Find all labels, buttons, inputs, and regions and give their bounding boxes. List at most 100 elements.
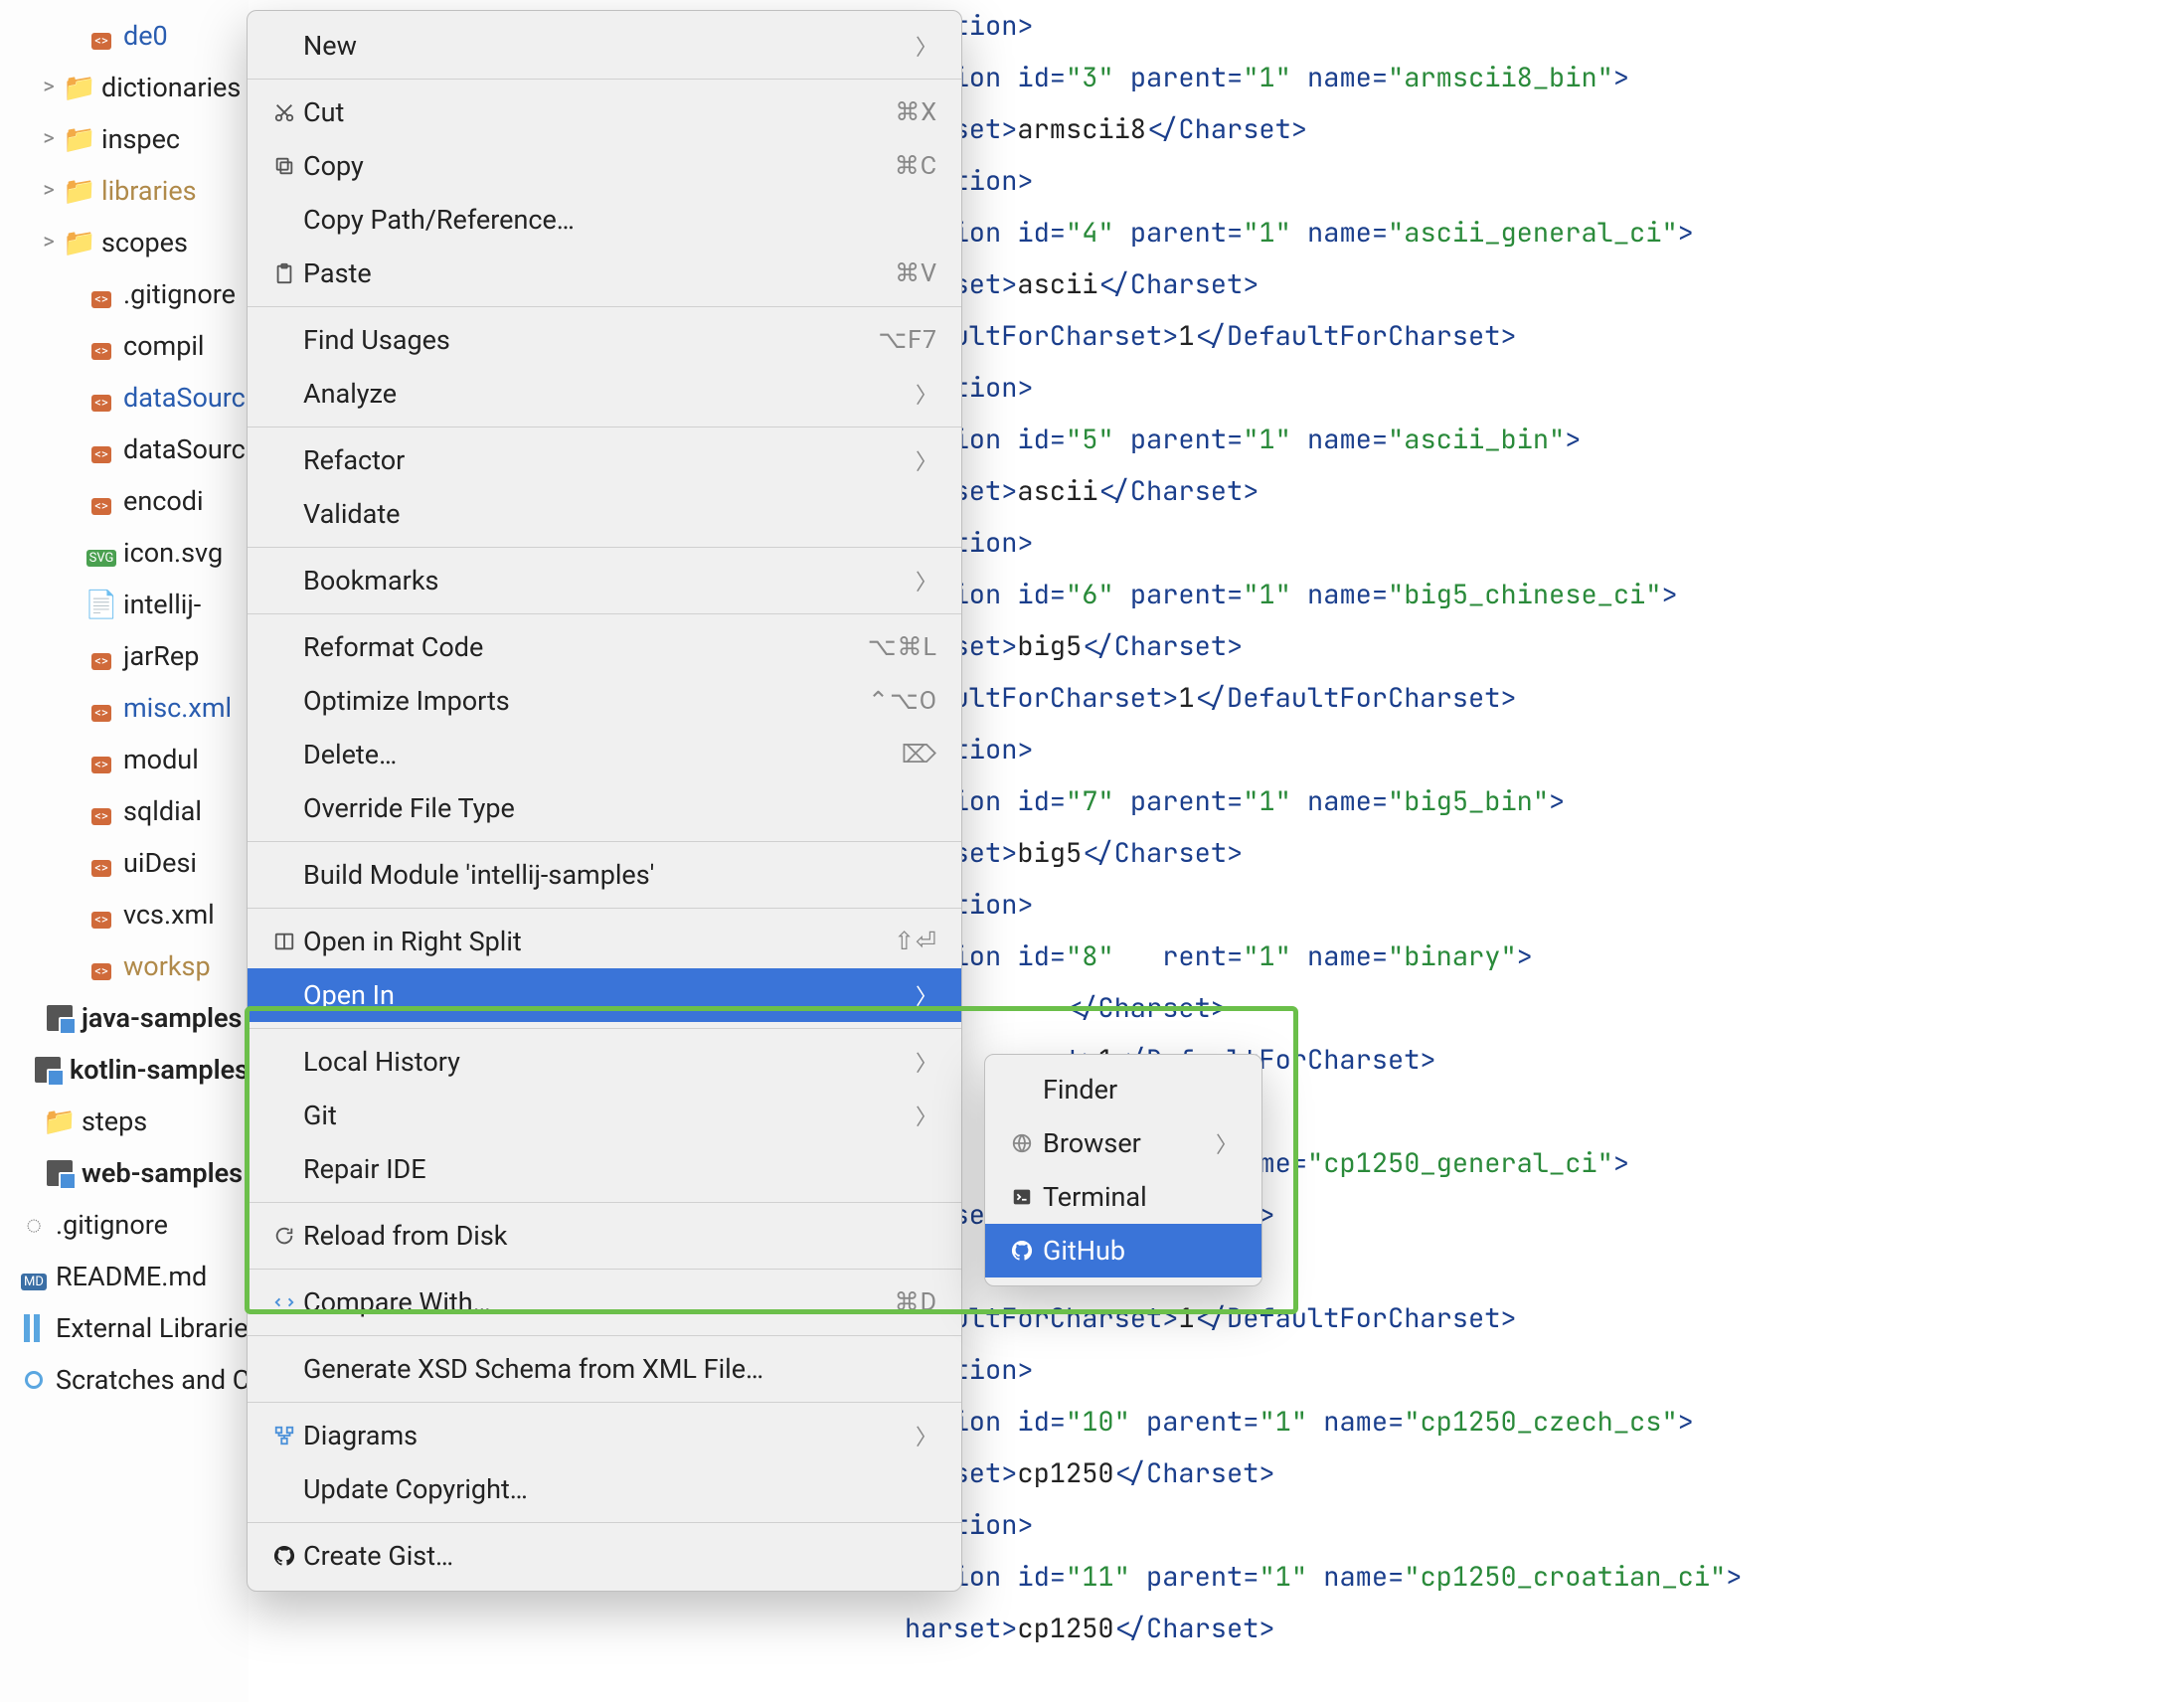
ctx-item-find-usages[interactable]: Find Usages⌥F7 — [248, 313, 961, 367]
tree-item[interactable]: 📁steps — [0, 1096, 249, 1147]
tree-item[interactable]: java-samples — [0, 992, 249, 1044]
ctx-item-label: Repair IDE — [303, 1153, 937, 1185]
menu-separator — [248, 79, 961, 80]
ctx-item-create-gist[interactable]: Create Gist… — [248, 1529, 961, 1583]
tree-item[interactable]: <>vcs.xml — [0, 889, 249, 940]
tree-item[interactable]: <>misc.xml — [0, 682, 249, 734]
file-icon: 📁 — [66, 113, 93, 165]
project-tree[interactable]: <>de0>📁dictionaries>📁inspec>📁libraries>📁… — [0, 0, 249, 1702]
ctx-item-refactor[interactable]: Refactor〉 — [248, 433, 961, 487]
ctx-item-new[interactable]: New〉 — [248, 19, 961, 73]
submenu-item-terminal[interactable]: Terminal — [985, 1170, 1261, 1224]
expand-icon[interactable]: > — [40, 113, 58, 165]
open-in-submenu: FinderBrowser〉TerminalGitHub — [984, 1054, 1262, 1286]
ctx-item-label: Open In — [303, 979, 916, 1011]
split-icon — [265, 931, 303, 952]
expand-icon[interactable]: > — [40, 217, 58, 268]
tree-item[interactable]: Scratches and Consoles — [0, 1354, 249, 1406]
ctx-item-cut[interactable]: Cut⌘X — [248, 85, 961, 139]
tree-item[interactable]: <>dataSources — [0, 424, 249, 475]
tree-item-label: worksp — [123, 940, 211, 992]
chevron-right-icon: 〉 — [916, 1046, 937, 1078]
ctx-item-copy[interactable]: Copy⌘C — [248, 139, 961, 193]
tree-item-label: web-samples — [82, 1147, 243, 1199]
tree-item-label: inspec — [101, 113, 180, 165]
submenu-item-label: Browser — [1043, 1127, 1216, 1159]
menu-separator — [248, 1269, 961, 1270]
file-icon: 📁 — [66, 217, 93, 268]
file-icon: <> — [87, 682, 115, 734]
ctx-item-validate[interactable]: Validate — [248, 487, 961, 541]
tree-item[interactable]: <>encodi — [0, 475, 249, 527]
tree-item[interactable]: External Libraries — [0, 1302, 249, 1354]
tree-item[interactable]: >📁inspec — [0, 113, 249, 165]
tree-item[interactable]: <>compil — [0, 320, 249, 372]
ctx-item-open-in-right-split[interactable]: Open in Right Split⇧⏎ — [248, 915, 961, 968]
tree-item[interactable]: >📁scopes — [0, 217, 249, 268]
menu-separator — [248, 613, 961, 614]
tree-item[interactable]: <>modul — [0, 734, 249, 785]
tree-item[interactable]: <>de0 — [0, 10, 249, 62]
tree-item[interactable]: 📄intellij- — [0, 579, 249, 630]
tree-item[interactable]: SVGicon.svg — [0, 527, 249, 579]
ctx-item-repair-ide[interactable]: Repair IDE — [248, 1142, 961, 1196]
tree-item[interactable]: kotlin-samples — [0, 1044, 249, 1096]
tree-item-label: libraries — [101, 165, 197, 217]
tree-item[interactable]: ◌.gitignore — [0, 1199, 249, 1251]
tree-item[interactable]: <>worksp — [0, 940, 249, 992]
ctx-item-diagrams[interactable]: Diagrams〉 — [248, 1409, 961, 1462]
shortcut-label: ⌘D — [895, 1287, 937, 1317]
submenu-item-github[interactable]: GitHub — [985, 1224, 1261, 1277]
ctx-item-label: Copy Path/Reference… — [303, 204, 937, 236]
ctx-item-bookmarks[interactable]: Bookmarks〉 — [248, 554, 961, 607]
tree-item[interactable]: >📁dictionaries — [0, 62, 249, 113]
tree-item[interactable]: web-samples — [0, 1147, 249, 1199]
file-icon: <> — [87, 475, 115, 527]
cut-icon — [265, 101, 303, 123]
file-icon: <> — [87, 372, 115, 424]
ctx-item-local-history[interactable]: Local History〉 — [248, 1035, 961, 1089]
ctx-item-generate-xsd-schema-from-xml-file[interactable]: Generate XSD Schema from XML File… — [248, 1342, 961, 1396]
tree-item[interactable]: <>.gitignore — [0, 268, 249, 320]
ctx-item-reload-from-disk[interactable]: Reload from Disk — [248, 1209, 961, 1263]
submenu-item-browser[interactable]: Browser〉 — [985, 1116, 1261, 1170]
ctx-item-update-copyright[interactable]: Update Copyright… — [248, 1462, 961, 1516]
shortcut-label: ⌥F7 — [878, 325, 937, 355]
tree-item-label: vcs.xml — [123, 889, 215, 940]
ctx-item-open-in[interactable]: Open In〉 — [248, 968, 961, 1022]
expand-icon[interactable]: > — [40, 165, 58, 217]
ctx-item-label: Analyze — [303, 378, 916, 410]
tree-item[interactable]: <>sqldial — [0, 785, 249, 837]
ctx-item-label: Find Usages — [303, 324, 878, 356]
expand-icon[interactable]: > — [40, 62, 58, 113]
tree-item-label: dictionaries — [101, 62, 241, 113]
ctx-item-label: Paste — [303, 257, 895, 289]
ctx-item-analyze[interactable]: Analyze〉 — [248, 367, 961, 421]
ctx-item-reformat-code[interactable]: Reformat Code⌥⌘L — [248, 620, 961, 674]
ctx-item-label: Override File Type — [303, 792, 937, 824]
ctx-item-label: Build Module 'intellij-samples' — [303, 859, 937, 891]
file-icon: 📁 — [66, 62, 93, 113]
shortcut-label: ⇧⏎ — [894, 927, 937, 956]
ctx-item-git[interactable]: Git〉 — [248, 1089, 961, 1142]
submenu-item-finder[interactable]: Finder — [985, 1063, 1261, 1116]
ctx-item-override-file-type[interactable]: Override File Type — [248, 781, 961, 835]
ctx-item-copy-path-reference[interactable]: Copy Path/Reference… — [248, 193, 961, 247]
tree-item[interactable]: <>uiDesi — [0, 837, 249, 889]
tree-item[interactable]: <>jarRep — [0, 630, 249, 682]
ctx-item-build-module-intellij-samples[interactable]: Build Module 'intellij-samples' — [248, 848, 961, 902]
ctx-item-delete[interactable]: Delete…⌦ — [248, 728, 961, 781]
ctx-item-label: Copy — [303, 150, 895, 182]
tree-item[interactable]: MDREADME.md — [0, 1251, 249, 1302]
tree-item[interactable]: >📁libraries — [0, 165, 249, 217]
ctx-item-compare-with[interactable]: Compare With…⌘D — [248, 1276, 961, 1329]
ctx-item-label: Git — [303, 1100, 916, 1131]
tree-item-label: .gitignore — [123, 268, 236, 320]
file-icon: <> — [87, 630, 115, 682]
ctx-item-optimize-imports[interactable]: Optimize Imports⌃⌥O — [248, 674, 961, 728]
tree-item[interactable]: <>dataSources — [0, 372, 249, 424]
shortcut-label: ⌃⌥O — [868, 686, 937, 716]
file-icon: 📁 — [66, 165, 93, 217]
file-icon: <> — [87, 889, 115, 940]
ctx-item-paste[interactable]: Paste⌘V — [248, 247, 961, 300]
